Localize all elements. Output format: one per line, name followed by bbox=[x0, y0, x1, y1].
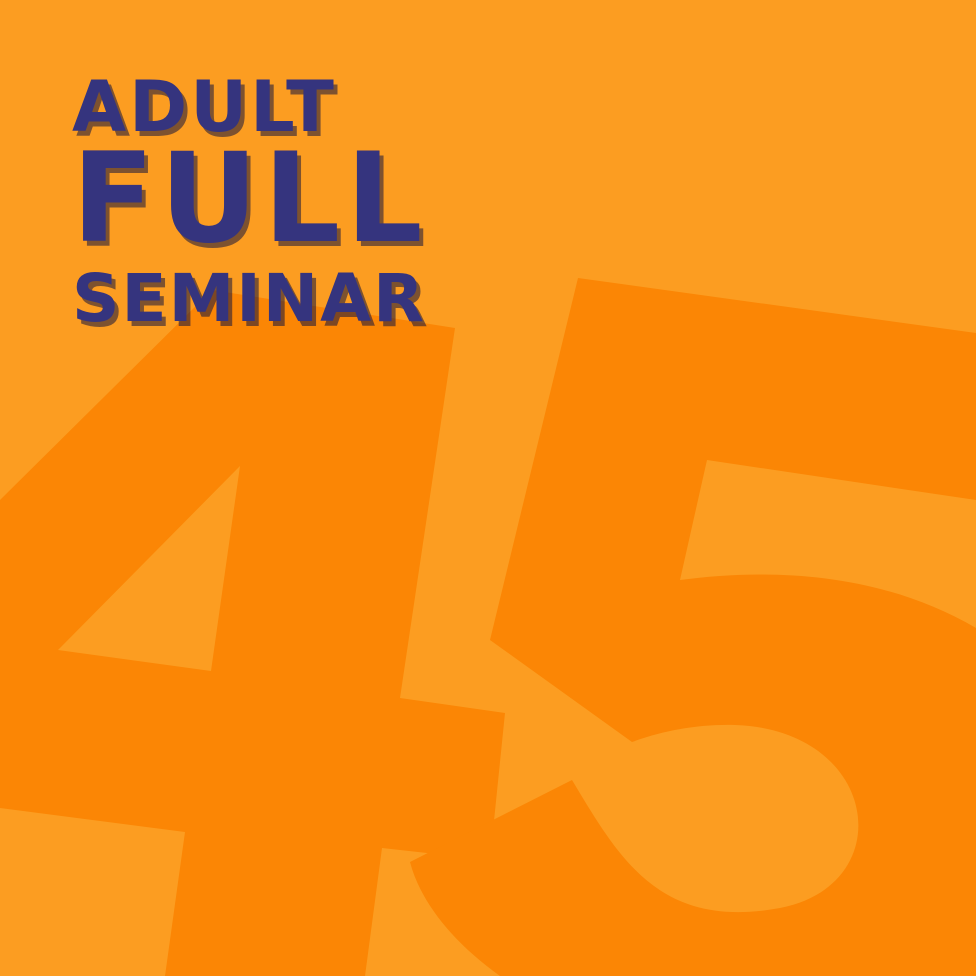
title-line-full: FULL bbox=[72, 127, 429, 271]
poster-canvas: ADULT FULL SEMINAR bbox=[0, 0, 976, 976]
numeral-digit-5 bbox=[410, 278, 976, 976]
title-line-seminar: SEMINAR bbox=[72, 260, 426, 337]
